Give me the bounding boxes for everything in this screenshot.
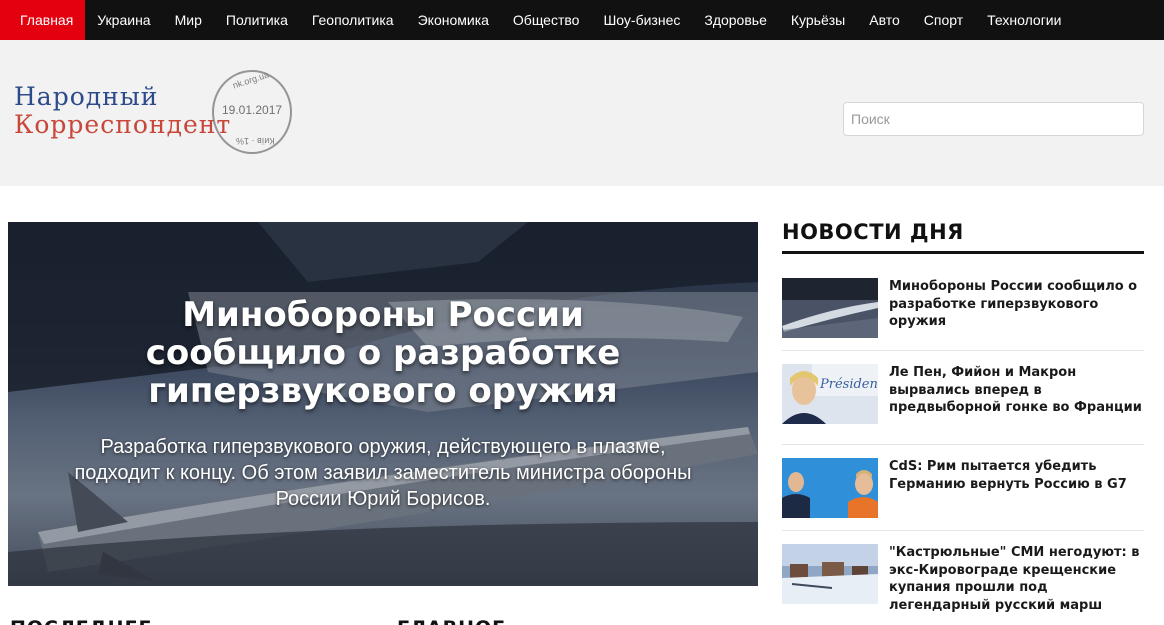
news-item[interactable]: CdS: Рим пытается убедить Германию верну…: [782, 458, 1144, 520]
nav-item-main[interactable]: Главная: [0, 0, 86, 40]
hero-lead: Разработка гиперзвукового оружия, действ…: [74, 436, 692, 510]
search-input[interactable]: [843, 102, 1144, 136]
svg-text:Présidente: Présidente: [819, 377, 878, 392]
logo-line-2: Корреспондент: [14, 110, 232, 139]
news-thumb-winter-town: [782, 544, 878, 604]
news-item[interactable]: Минобороны России сообщило о разработке …: [782, 278, 1144, 340]
news-divider: [782, 530, 1144, 531]
news-title: CdS: Рим пытается убедить Германию верну…: [889, 459, 1127, 492]
sidebar-title: НОВОСТИ ДНЯ: [782, 220, 964, 244]
news-thumb-missile: [782, 278, 878, 338]
section-title-latest: ПОСЛЕДНЕЕ: [10, 617, 153, 625]
nav-item-geopolitics[interactable]: Геополитика: [300, 0, 406, 40]
news-thumb-leaders: [782, 458, 878, 518]
nav-item-ukraine[interactable]: Украина: [85, 0, 162, 40]
nav-item-world[interactable]: Мир: [163, 0, 214, 40]
top-nav: Главная Украина Мир Политика Геополитика…: [0, 0, 1164, 40]
nav-item-showbiz[interactable]: Шоу-бизнес: [591, 0, 692, 40]
news-title: Минобороны России сообщило о разработке …: [889, 279, 1138, 329]
news-thumb-le-pen: Présidente: [782, 364, 878, 424]
section-title-main: ГЛАВНОЕ: [397, 617, 506, 625]
nav-item-economy[interactable]: Экономика: [406, 0, 501, 40]
nav-item-politics[interactable]: Политика: [214, 0, 300, 40]
stamp-site: nk.org.ua: [231, 69, 271, 91]
nav-item-society[interactable]: Общество: [501, 0, 592, 40]
site-logo[interactable]: Народный Корреспондент nk.org.ua 19.01.2…: [12, 69, 292, 160]
nav-item-curious[interactable]: Курьёзы: [779, 0, 857, 40]
logo-line-1: Народный: [14, 82, 159, 111]
nav-item-auto[interactable]: Авто: [857, 0, 912, 40]
news-title: Ле Пен, Фийон и Макрон вырвались вперед …: [889, 365, 1142, 415]
news-item[interactable]: Présidente Ле Пен, Фийон и Макрон вырвал…: [782, 364, 1144, 426]
news-divider: [782, 444, 1144, 445]
hero-title: Минобороны России сообщило о разработке …: [145, 295, 621, 411]
sidebar-rule: [782, 251, 1144, 254]
news-divider: [782, 350, 1144, 351]
nav-item-sport[interactable]: Спорт: [912, 0, 975, 40]
hero-article[interactable]: Минобороны России сообщило о разработке …: [8, 222, 758, 586]
news-title: "Кастрюльные" СМИ негодуют: в экс-Кирово…: [889, 545, 1140, 613]
stamp-city: Київ · 1%: [236, 136, 275, 146]
nav-item-tech[interactable]: Технологии: [975, 0, 1073, 40]
stamp-date: 19.01.2017: [222, 103, 283, 117]
date-stamp: nk.org.ua 19.01.2017 Київ · 1%: [212, 69, 292, 154]
news-item[interactable]: "Кастрюльные" СМИ негодуют: в экс-Кирово…: [782, 544, 1144, 614]
nav-item-health[interactable]: Здоровье: [692, 0, 779, 40]
